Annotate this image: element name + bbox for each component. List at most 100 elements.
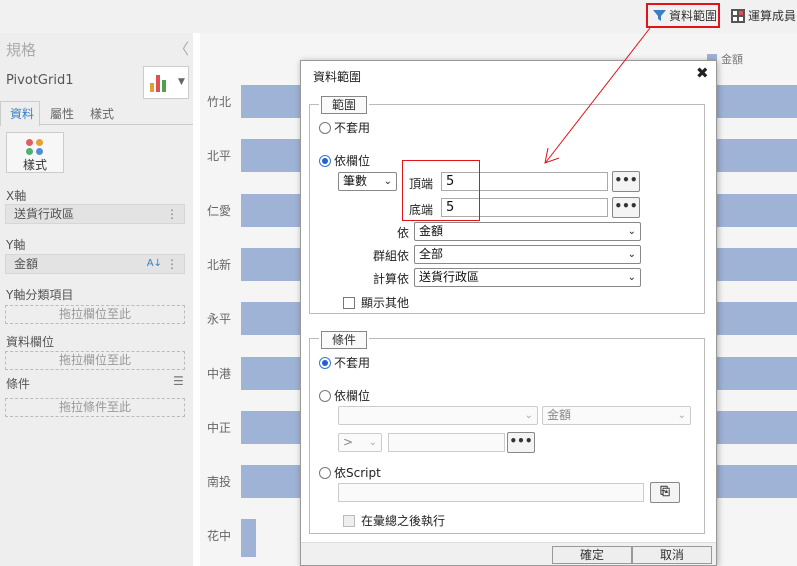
condition-dropzone[interactable]: 拖拉條件至此 [5, 398, 185, 417]
condition-value-input[interactable] [388, 433, 505, 452]
condition-script-label: 依Script [334, 466, 381, 480]
tab-style[interactable]: 樣式 [90, 105, 114, 122]
range-none-label: 不套用 [334, 121, 371, 135]
calc-by-label: 計算依 [372, 272, 409, 286]
tab-data[interactable]: 資料 [10, 105, 34, 122]
list-icon[interactable]: ☰ [173, 374, 184, 388]
tab-properties[interactable]: 屬性 [50, 105, 74, 122]
y-axis-value: 金額 [14, 257, 39, 271]
range-by-field-label: 依欄位 [334, 154, 371, 168]
script-icon: ⎘ [660, 484, 670, 498]
calculator-icon [731, 8, 745, 23]
y-category-label: Y軸分類項目 [6, 288, 74, 302]
category-label: 中正 [207, 420, 232, 435]
script-editor-button[interactable]: ⎘ [650, 482, 680, 503]
style-button[interactable]: 樣式 [6, 132, 64, 173]
checkbox-icon [343, 296, 355, 309]
category-label: 北新 [207, 257, 232, 272]
ok-button[interactable]: 確定 [552, 546, 632, 564]
dialog-title: 資料範圍 [313, 70, 362, 84]
chevron-down-icon: ⌄ [627, 226, 636, 237]
count-mode-value: 筆數 [343, 174, 368, 188]
cancel-button[interactable]: 取消 [632, 546, 712, 564]
chevron-down-icon: ⌄ [677, 410, 686, 421]
group-by-select[interactable]: 全部 ⌄ [414, 245, 641, 264]
chevron-down-icon: ▼ [178, 77, 185, 87]
condition-label: 條件 [6, 377, 31, 391]
chevron-down-icon: ⌄ [627, 272, 636, 283]
checkbox-icon [343, 514, 355, 527]
condition-none-radio[interactable]: 不套用 [319, 354, 370, 371]
count-mode-select[interactable]: 筆數 ⌄ [338, 172, 397, 191]
condition-legend: 條件 [319, 331, 370, 349]
x-axis-value: 送貨行政區 [14, 207, 75, 221]
more-options-icon[interactable]: ⋮ [166, 205, 178, 223]
condition-field2-value: 金額 [547, 408, 572, 422]
y-axis-label: Y軸 [6, 238, 26, 252]
y-axis-field[interactable]: 金額 A↓ ⋮ [5, 254, 185, 274]
category-label: 永平 [207, 312, 232, 327]
data-range-button[interactable]: 資料範圍 [646, 3, 720, 28]
panel-title: 規格 [6, 41, 37, 59]
radio-off-icon [319, 389, 331, 402]
collapse-panel-icon[interactable]: 〈 [174, 38, 189, 59]
radio-off-icon [319, 121, 331, 134]
category-label: 中港 [207, 366, 232, 381]
x-axis-label: X軸 [6, 189, 27, 203]
category-label: 仁愛 [207, 203, 232, 218]
calc-by-value: 送貨行政區 [419, 270, 480, 284]
range-none-radio[interactable]: 不套用 [319, 119, 370, 136]
range-legend: 範圍 [319, 96, 370, 114]
more-options-icon[interactable]: ⋮ [166, 255, 178, 273]
range-by-field-radio[interactable]: 依欄位 [319, 152, 370, 169]
chevron-down-icon: ⌄ [368, 437, 377, 448]
chart-type-picker[interactable]: ▼ [143, 66, 189, 99]
bar [241, 519, 256, 558]
radio-on-icon [319, 154, 331, 167]
data-field-label: 資料欄位 [6, 335, 55, 349]
category-label: 北平 [207, 149, 232, 164]
radio-off-icon [319, 466, 331, 479]
x-axis-field[interactable]: 送貨行政區 ⋮ [5, 204, 185, 224]
top-more-button[interactable]: ••• [612, 171, 640, 192]
condition-more-button[interactable]: ••• [507, 432, 535, 453]
category-label: 南投 [207, 475, 232, 490]
by-select[interactable]: 金額 ⌄ [414, 222, 641, 241]
spec-panel: 規格 〈 PivotGrid1 ▼ 資料 屬性 樣式 樣式 X軸 送貨行政區 ⋮… [0, 33, 193, 566]
category-label: 花中 [207, 529, 232, 544]
component-name: PivotGrid1 [6, 73, 74, 88]
condition-script-radio[interactable]: 依Script [319, 464, 381, 481]
group-by-value: 全部 [419, 247, 444, 261]
show-others-label: 顯示其他 [361, 296, 410, 310]
close-icon[interactable]: ✖ [696, 64, 709, 82]
condition-by-field-radio[interactable]: 依欄位 [319, 387, 370, 404]
data-range-dialog: 資料範圍 ✖ 範圍 不套用 依欄位 筆數 ⌄ 頂端 5 ••• 底端 5 •••… [300, 60, 717, 566]
condition-field2-select[interactable]: 金額 ⌄ [542, 406, 691, 425]
top-toolbar: 資料範圍 運算成員 [0, 0, 797, 33]
data-field-dropzone[interactable]: 拖拉欄位至此 [5, 351, 185, 370]
run-after-summary-label: 在彙總之後執行 [361, 514, 446, 528]
calc-by-select[interactable]: 送貨行政區 ⌄ [414, 268, 641, 287]
operator-select[interactable]: > ⌄ [338, 433, 382, 452]
highlight-box [402, 160, 480, 221]
sort-az-icon[interactable]: A↓ [147, 255, 162, 273]
y-category-dropzone[interactable]: 拖拉欄位至此 [5, 305, 185, 324]
calc-member-button[interactable]: 運算成員 [731, 5, 796, 26]
condition-by-field-label: 依欄位 [334, 389, 371, 403]
chevron-down-icon: ⌄ [524, 410, 533, 421]
script-input[interactable] [338, 483, 644, 502]
by-label: 依 [397, 226, 410, 240]
category-label: 竹北 [207, 95, 232, 109]
show-others-checkbox[interactable]: 顯示其他 [343, 294, 409, 311]
bar-chart-icon [150, 74, 170, 92]
run-after-summary-checkbox[interactable]: 在彙總之後執行 [343, 512, 445, 529]
by-value: 金額 [419, 224, 444, 238]
dialog-footer: 確定 取消 [301, 542, 716, 565]
bottom-more-button[interactable]: ••• [612, 197, 640, 218]
condition-field-select[interactable]: ⌄ [338, 406, 538, 425]
style-button-label: 樣式 [22, 158, 47, 172]
radio-on-icon [319, 356, 331, 369]
operator-value: > [343, 435, 354, 449]
condition-none-label: 不套用 [334, 356, 371, 370]
chevron-down-icon: ⌄ [627, 249, 636, 260]
